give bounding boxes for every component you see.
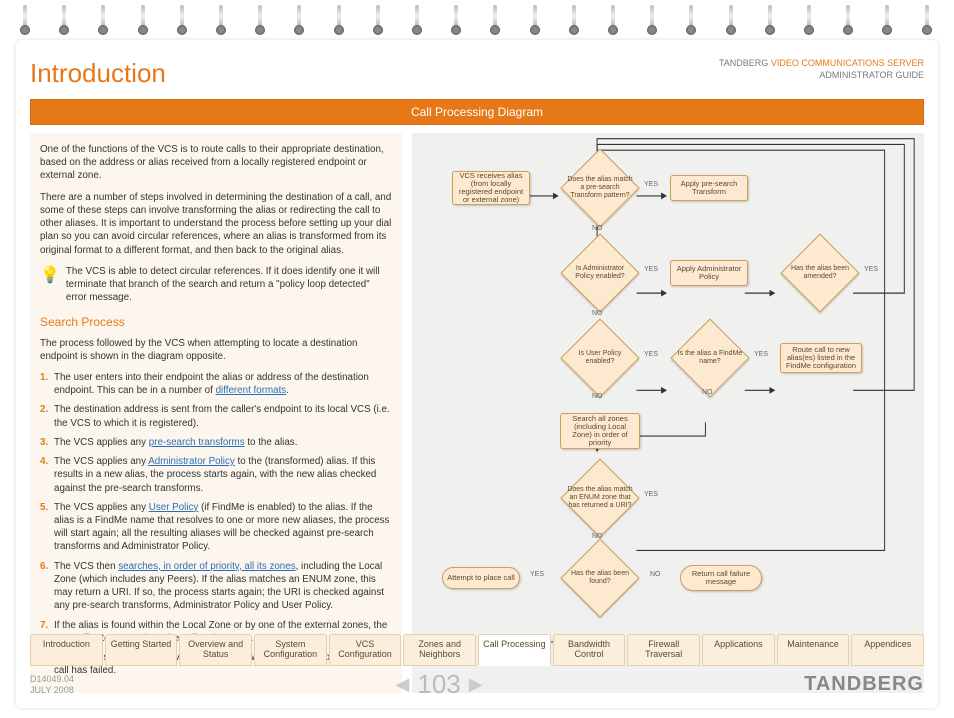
brand-block: TANDBERG VIDEO COMMUNICATIONS SERVER ADM… [719,58,924,81]
page-nav: ◀ 103 ▶ [396,669,483,700]
list-item: The VCS applies any User Policy (if Find… [54,501,392,554]
edge-yes: YES [644,491,658,498]
lightbulb-icon: 💡 [40,265,60,305]
flowchart: VCS receives alias (from locally registe… [412,133,924,693]
spiral-binding [20,5,934,45]
link-administrator-policy[interactable]: Administrator Policy [148,456,235,467]
doc-number: D14049.04 [30,674,74,685]
edge-yes: YES [530,571,544,578]
flow-decision-found: Has the alias been found? [560,553,640,603]
tab-applications[interactable]: Applications [702,634,775,666]
page: Introduction TANDBERG VIDEO COMMUNICATIO… [16,40,938,708]
nav-tabs: Introduction Getting Started Overview an… [30,634,924,666]
flow-decision-adminpolicy: Is Administrator Policy enabled? [560,248,640,298]
flow-route-findme: Route call to new alias(es) listed in th… [780,343,862,373]
flow-decision-enum: Does the alias match an ENUM zone that h… [560,473,640,523]
subheading: Search Process [40,314,392,330]
edge-yes: YES [644,266,658,273]
edge-yes: YES [754,351,768,358]
page-number: 103 [417,669,460,700]
doc-info: D14049.04 JULY 2008 [30,674,74,696]
doc-date: JULY 2008 [30,685,74,696]
tab-bandwidth-control[interactable]: Bandwidth Control [553,634,626,666]
list-item: The VCS applies any pre-search transform… [54,436,392,449]
section-bar: Call Processing Diagram [30,99,924,125]
edge-yes: YES [644,351,658,358]
link-user-policy[interactable]: User Policy [149,502,199,513]
edge-yes: YES [644,181,658,188]
list-item: The destination address is sent from the… [54,403,392,429]
brand-prefix: TANDBERG [719,58,771,68]
list-item: The VCS applies any Administrator Policy… [54,455,392,495]
edge-yes: YES [864,266,878,273]
tab-zones-neighbors[interactable]: Zones and Neighbors [403,634,476,666]
list-item: The VCS then searches, in order of prior… [54,560,392,613]
edge-no: NO [592,225,603,232]
tab-introduction[interactable]: Introduction [30,634,103,666]
flow-search-zones: Search all zones (including Local Zone) … [560,413,640,449]
note-text: The VCS is able to detect circular refer… [66,265,392,305]
tab-firewall-traversal[interactable]: Firewall Traversal [627,634,700,666]
link-searches-zones[interactable]: searches, in order of priority, all its … [118,561,295,572]
tab-overview-status[interactable]: Overview and Status [179,634,252,666]
steps-list: The user enters into their endpoint the … [40,371,392,677]
brand-accent: VIDEO COMMUNICATIONS SERVER [771,58,924,68]
paragraph: The process followed by the VCS when att… [40,337,392,363]
edge-no: NO [592,533,603,540]
next-page-icon[interactable]: ▶ [469,674,483,695]
link-presearch-transforms[interactable]: pre-search transforms [149,437,245,448]
flow-place-call: Attempt to place call [442,567,520,589]
page-title: Introduction [30,58,166,89]
edge-no: NO [702,389,713,396]
body-text: One of the functions of the VCS is to ro… [30,133,402,693]
link-different-formats[interactable]: different formats [216,385,287,396]
tab-getting-started[interactable]: Getting Started [105,634,178,666]
flow-decision-presearch: Does the alias match a pre-search Transf… [560,163,640,213]
flow-start: VCS receives alias (from locally registe… [452,171,530,205]
tab-maintenance[interactable]: Maintenance [777,634,850,666]
flow-failure: Return call failure message [680,565,762,591]
prev-page-icon[interactable]: ◀ [396,674,410,695]
flow-decision-findme: Is the alias a FindMe name? [670,333,750,383]
list-item: The user enters into their endpoint the … [54,371,392,397]
tab-appendices[interactable]: Appendices [851,634,924,666]
flow-decision-userpolicy: Is User Policy enabled? [560,333,640,383]
tab-system-configuration[interactable]: System Configuration [254,634,327,666]
flow-decision-amended: Has the alias been amended? [780,248,860,298]
tab-vcs-configuration[interactable]: VCS Configuration [329,634,402,666]
flow-apply-adminpolicy: Apply Administrator Policy [670,260,748,286]
edge-no: NO [592,310,603,317]
brand-logo: TANDBERG [804,673,924,696]
paragraph: There are a number of steps involved in … [40,191,392,257]
edge-no: NO [592,393,603,400]
edge-no: NO [650,571,661,578]
flow-apply-presearch: Apply pre-search Transform [670,175,748,201]
tab-call-processing[interactable]: Call Processing [478,634,551,666]
brand-line2: ADMINISTRATOR GUIDE [719,70,924,82]
paragraph: One of the functions of the VCS is to ro… [40,143,392,183]
